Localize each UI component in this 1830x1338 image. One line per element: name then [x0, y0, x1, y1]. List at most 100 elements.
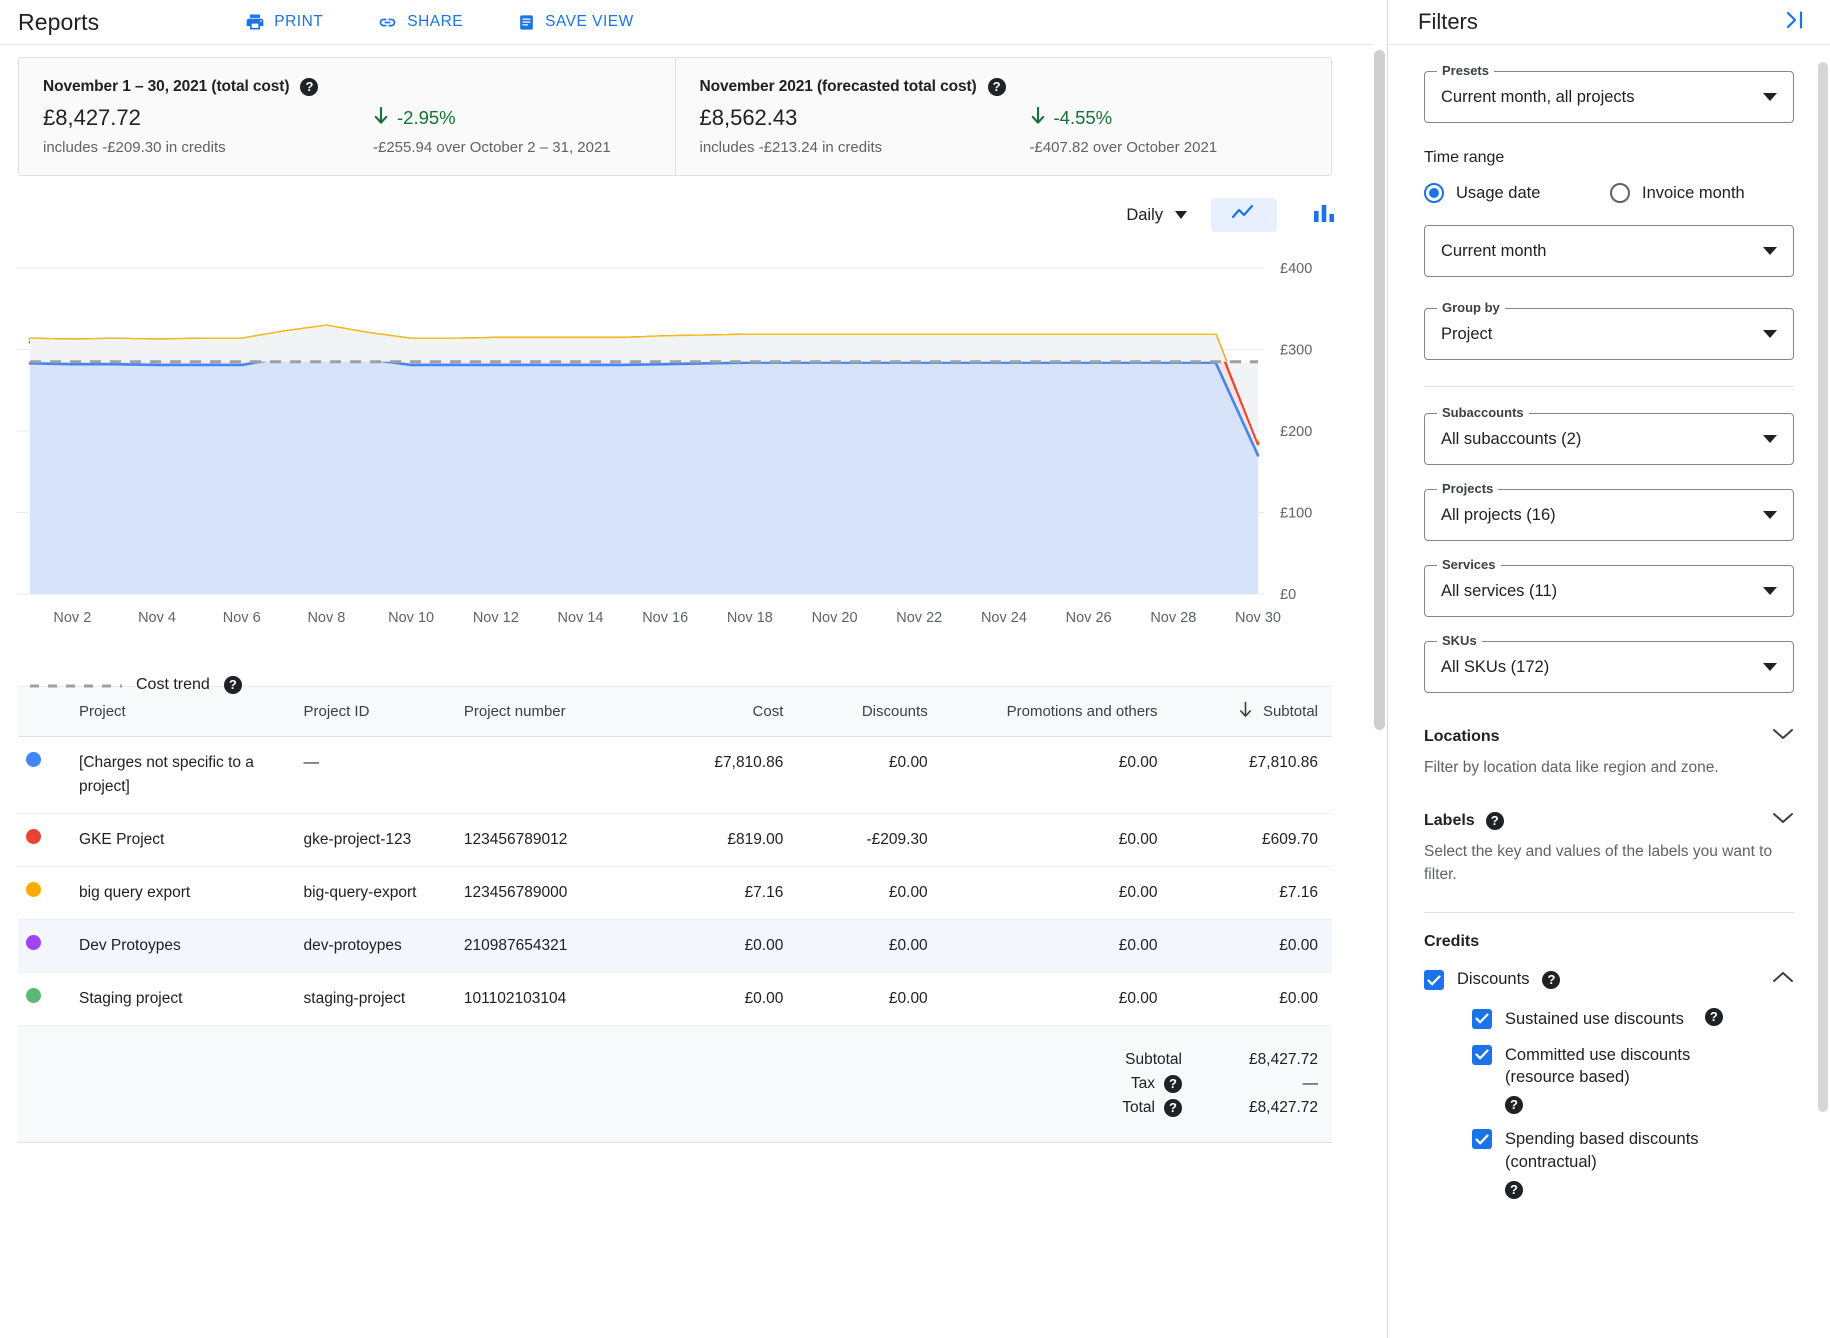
- svg-text:Nov 20: Nov 20: [812, 610, 858, 626]
- checkbox-committed-use-discounts[interactable]: [1472, 1045, 1492, 1065]
- chart-legend: Cost trend ?: [30, 676, 1388, 694]
- radio-invoice-month-label: Invoice month: [1642, 184, 1745, 203]
- checkbox-sustained-use-discounts[interactable]: [1472, 1009, 1492, 1029]
- th-project[interactable]: Project: [65, 687, 290, 737]
- checkbox-row-spending-based-discounts[interactable]: Spending based discounts (contractual) ?: [1472, 1128, 1794, 1199]
- totals-label-text: Total: [1122, 1099, 1155, 1117]
- checkbox-row-committed-use-discounts[interactable]: Committed use discounts (resource based)…: [1472, 1044, 1794, 1115]
- group-by-select[interactable]: Group by Project: [1424, 308, 1794, 360]
- card-credits-note: includes -£213.24 in credits: [700, 139, 1030, 156]
- help-icon[interactable]: ?: [1164, 1075, 1182, 1093]
- svg-text:Nov 26: Nov 26: [1066, 610, 1112, 626]
- main-content-pane: Reports PRINT SHARE: [0, 0, 1388, 1338]
- time-range-select[interactable]: Current month: [1424, 225, 1794, 277]
- labels-title: Labels: [1424, 812, 1475, 830]
- table-row[interactable]: big query exportbig-query-export12345678…: [18, 867, 1332, 920]
- th-discounts[interactable]: Discounts: [797, 687, 941, 737]
- filters-scrollbar-thumb[interactable]: [1818, 62, 1828, 1112]
- cell-project: Staging project: [65, 973, 290, 1026]
- page-title: Reports: [18, 9, 99, 36]
- table-row[interactable]: Staging projectstaging-project1011021031…: [18, 973, 1332, 1026]
- locations-accordion[interactable]: Locations: [1424, 727, 1794, 746]
- main-scrollbar-track[interactable]: [1373, 0, 1387, 1338]
- chevron-up-icon: [1772, 970, 1794, 989]
- chevron-down-icon: [1763, 247, 1777, 255]
- presets-select[interactable]: Presets Current month, all projects: [1424, 71, 1794, 123]
- svg-text:Nov 16: Nov 16: [642, 610, 688, 626]
- help-icon[interactable]: ?: [988, 78, 1006, 96]
- th-promotions[interactable]: Promotions and others: [942, 687, 1172, 737]
- labels-accordion[interactable]: Labels ?: [1424, 811, 1794, 830]
- card-header: November 1 – 30, 2021 (total cost) ?: [43, 78, 651, 96]
- cell-project-id: —: [290, 737, 450, 814]
- labels-description: Select the key and values of the labels …: [1424, 841, 1794, 886]
- card-amount: £8,427.72: [43, 105, 373, 131]
- svg-text:Nov 22: Nov 22: [896, 610, 942, 626]
- radio-usage-date[interactable]: Usage date: [1424, 183, 1594, 203]
- chevron-down-icon: [1763, 511, 1777, 519]
- arrow-down-icon: [373, 106, 389, 130]
- help-icon[interactable]: ?: [1505, 1181, 1523, 1199]
- checkbox-discounts[interactable]: [1424, 970, 1444, 990]
- radio-invoice-month[interactable]: Invoice month: [1610, 183, 1745, 203]
- services-value: All services (11): [1441, 582, 1763, 601]
- table-row[interactable]: Dev Protoypesdev-protoypes210987654321£0…: [18, 920, 1332, 973]
- help-icon[interactable]: ?: [300, 78, 318, 96]
- cell-discounts: £0.00: [797, 920, 941, 973]
- cell-project-number: [450, 737, 637, 814]
- share-button[interactable]: SHARE: [371, 8, 469, 37]
- help-icon[interactable]: ?: [1505, 1096, 1523, 1114]
- subaccounts-select[interactable]: Subaccounts All subaccounts (2): [1424, 413, 1794, 465]
- chevron-down-icon: [1763, 330, 1777, 338]
- card-notes-row: includes -£209.30 in credits -£255.94 ov…: [43, 139, 651, 156]
- help-icon[interactable]: ?: [1705, 1008, 1723, 1026]
- svg-text:£200: £200: [1280, 424, 1312, 440]
- th-cost[interactable]: Cost: [637, 687, 797, 737]
- main-scrollbar-thumb[interactable]: [1374, 50, 1385, 730]
- print-button[interactable]: PRINT: [239, 8, 329, 36]
- chevron-down-icon: [1772, 727, 1794, 746]
- checkbox-row-sustained-use-discounts[interactable]: Sustained use discounts ?: [1472, 1008, 1794, 1030]
- granularity-dropdown[interactable]: Daily: [1116, 200, 1197, 231]
- checkbox-spending-based-discounts[interactable]: [1472, 1129, 1492, 1149]
- project-color-swatch: [18, 867, 65, 920]
- help-icon[interactable]: ?: [224, 676, 242, 694]
- help-icon[interactable]: ?: [1164, 1099, 1182, 1117]
- svg-text:Nov 30: Nov 30: [1235, 610, 1281, 626]
- th-project-number[interactable]: Project number: [450, 687, 637, 737]
- discounts-label: Discounts: [1457, 968, 1529, 990]
- help-icon[interactable]: ?: [1486, 812, 1504, 830]
- sustained-use-discounts-label: Sustained use discounts: [1505, 1008, 1684, 1030]
- line-chart-toggle[interactable]: [1211, 198, 1277, 232]
- filters-scrollbar-track[interactable]: [1817, 46, 1830, 1338]
- cell-cost: £0.00: [637, 920, 797, 973]
- cell-project: Dev Protoypes: [65, 920, 290, 973]
- summary-card-total-cost: November 1 – 30, 2021 (total cost) ? £8,…: [19, 58, 675, 175]
- services-select[interactable]: Services All services (11): [1424, 565, 1794, 617]
- bar-chart-toggle[interactable]: [1291, 198, 1357, 232]
- help-icon[interactable]: ?: [1542, 971, 1560, 989]
- card-amount-row: £8,562.43 -4.55%: [700, 105, 1308, 131]
- table-row[interactable]: GKE Projectgke-project-123123456789012£8…: [18, 814, 1332, 867]
- chart-y-axis-labels: £0£100£200£300£400: [1280, 261, 1312, 603]
- th-project-id[interactable]: Project ID: [290, 687, 450, 737]
- save-view-button[interactable]: SAVE VIEW: [511, 9, 640, 36]
- discounts-accordion[interactable]: Discounts ?: [1424, 968, 1794, 990]
- project-color-swatch: [18, 814, 65, 867]
- cost-breakdown-table: Project Project ID Project number Cost D…: [18, 686, 1332, 1143]
- svg-text:Nov 18: Nov 18: [727, 610, 773, 626]
- table-row[interactable]: [Charges not specific to a project]—£7,8…: [18, 737, 1332, 814]
- presets-value: Current month, all projects: [1441, 88, 1763, 107]
- svg-text:£400: £400: [1280, 261, 1312, 277]
- skus-select[interactable]: SKUs All SKUs (172): [1424, 641, 1794, 693]
- projects-select[interactable]: Projects All projects (16): [1424, 489, 1794, 541]
- th-subtotal[interactable]: Subtotal: [1172, 687, 1332, 737]
- group-by-label: Group by: [1437, 300, 1505, 315]
- cell-subtotal: £7.16: [1172, 867, 1332, 920]
- filters-pane: Filters Presets Current month, all proje…: [1388, 0, 1830, 1338]
- filters-title: Filters: [1418, 9, 1478, 35]
- svg-text:Nov 4: Nov 4: [138, 610, 176, 626]
- printer-icon: [245, 12, 265, 32]
- project-color-swatch: [18, 920, 65, 973]
- collapse-panel-icon[interactable]: [1782, 8, 1808, 37]
